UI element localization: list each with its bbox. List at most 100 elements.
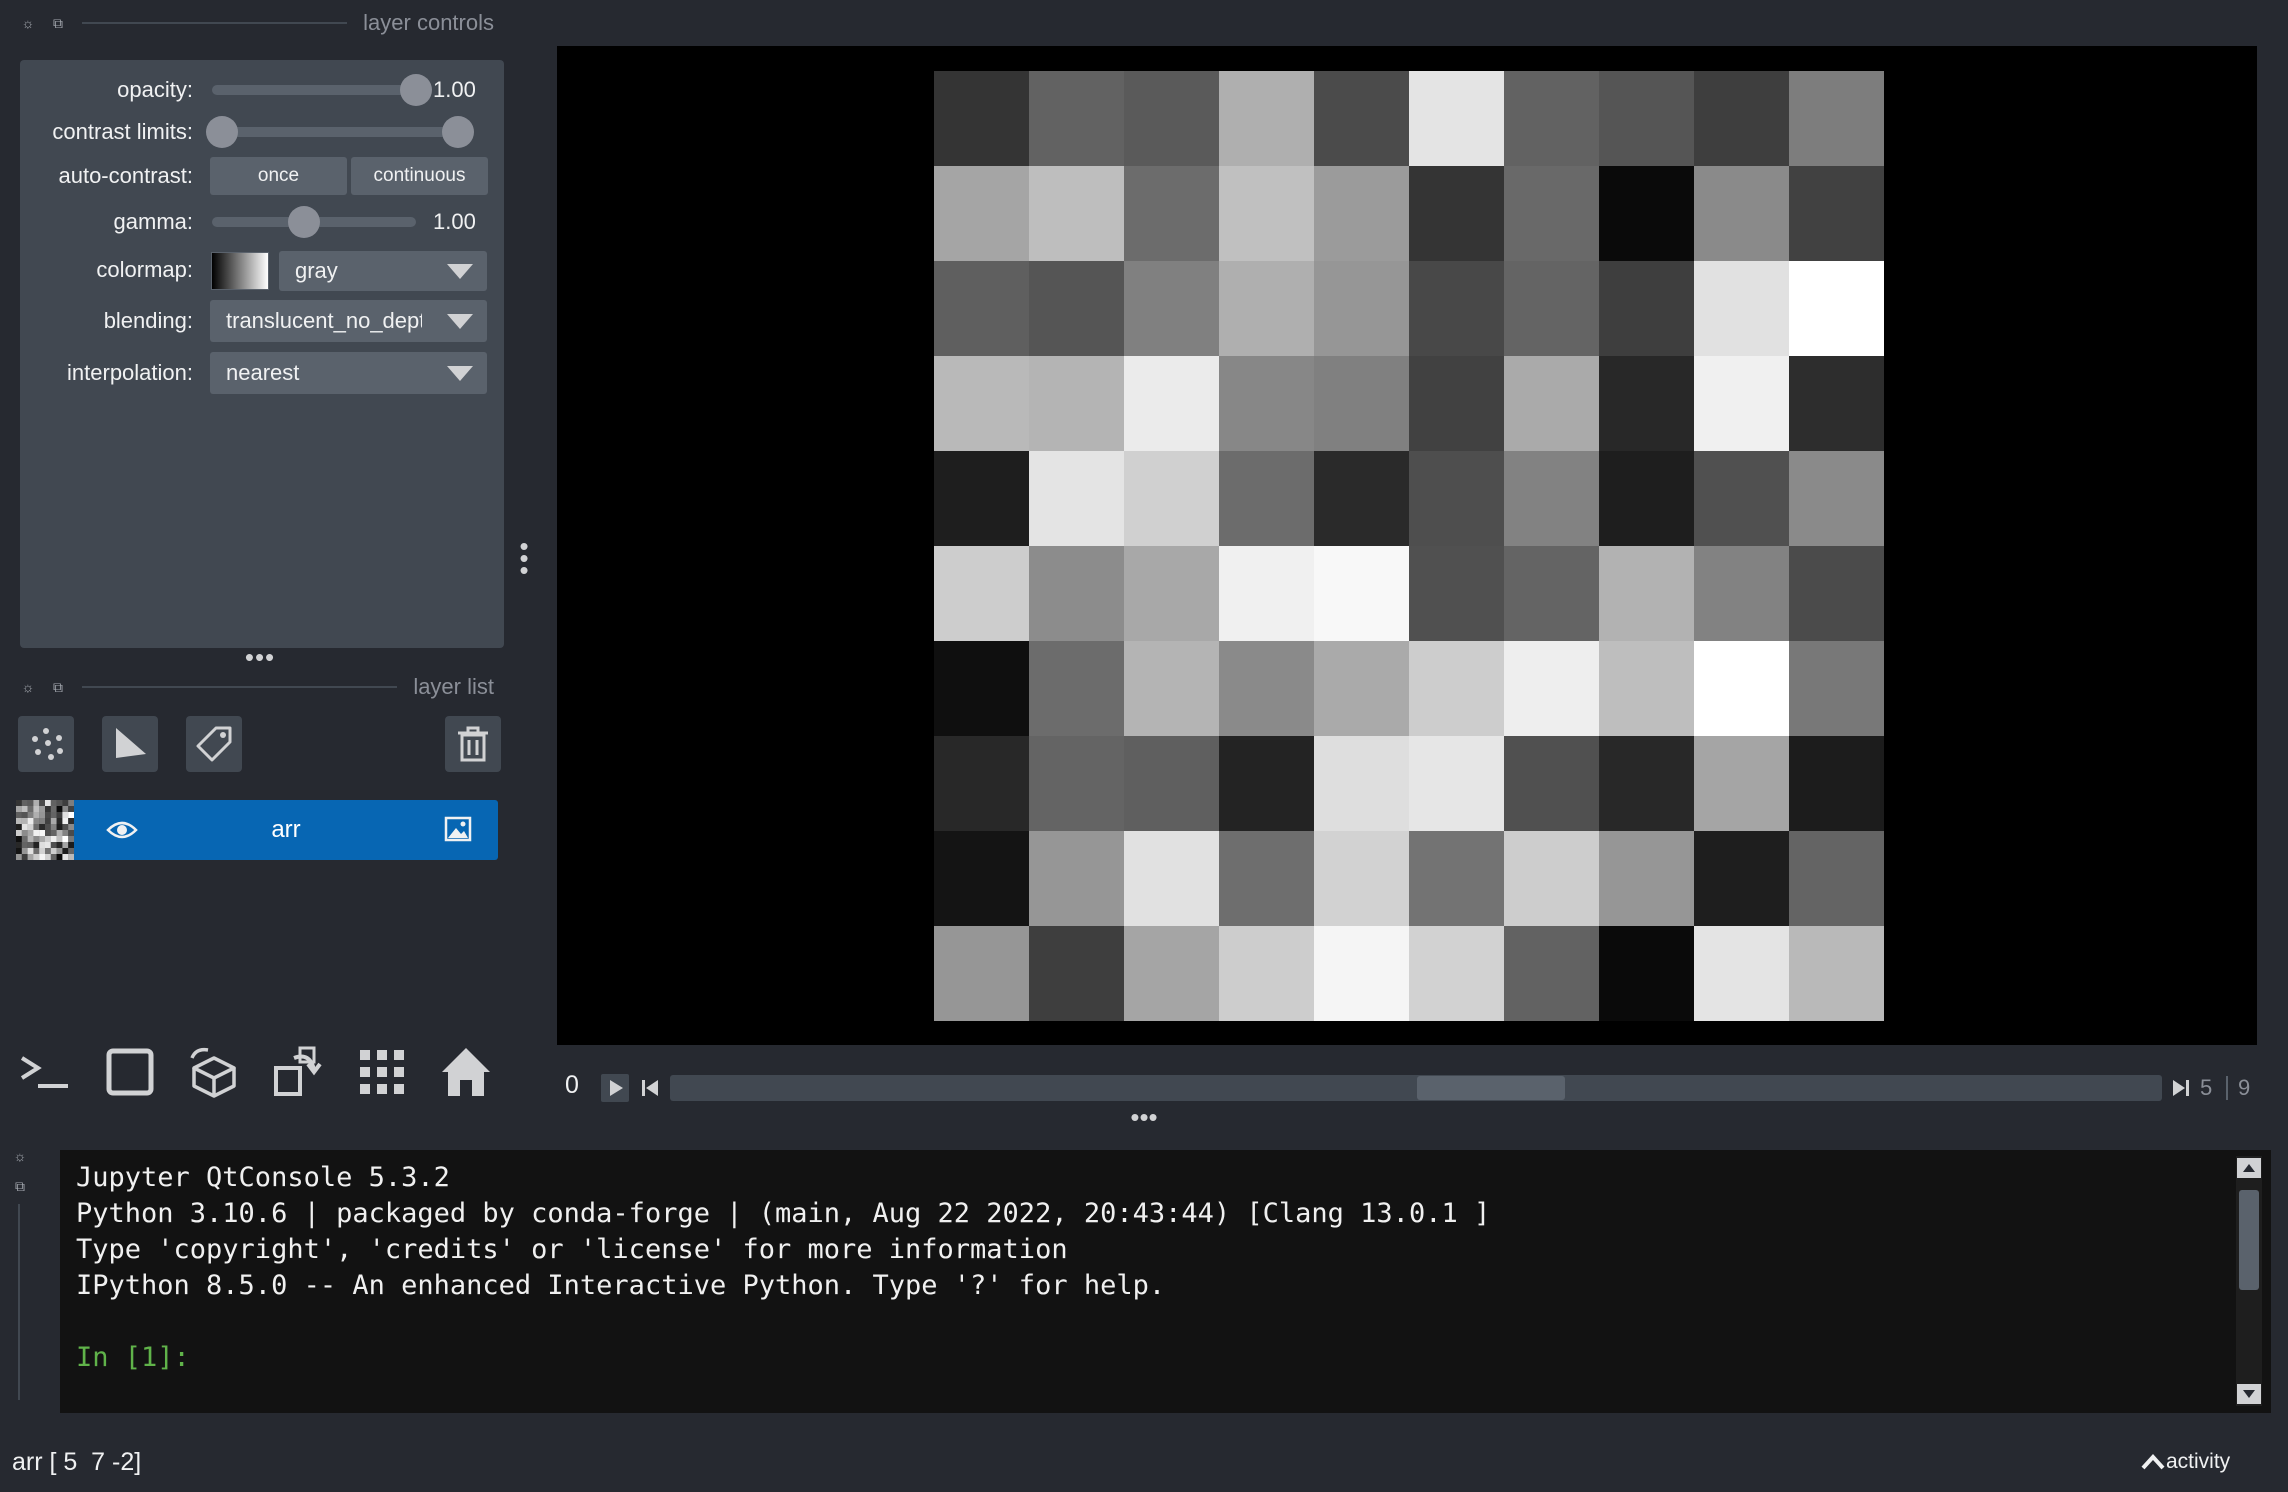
image-pixel — [934, 356, 1029, 451]
auto-contrast-once-button[interactable]: once — [210, 157, 347, 195]
play-icon — [610, 1080, 623, 1096]
hide-dock-icon[interactable]: ☼ — [12, 1148, 28, 1164]
interpolation-dropdown[interactable]: nearest — [210, 352, 487, 394]
image-pixel — [1029, 926, 1124, 1021]
image-pixel — [1409, 831, 1504, 926]
thumbnail-pixel — [50, 806, 57, 813]
dims-position-value[interactable]: 5 — [2200, 1075, 2212, 1101]
thumbnail-pixel — [16, 848, 22, 855]
opacity-slider-handle[interactable] — [400, 74, 432, 106]
hide-dock-icon[interactable]: ☼ — [20, 679, 36, 695]
image-pixel — [1599, 261, 1694, 356]
thumbnail-pixel — [21, 842, 28, 849]
first-frame-button[interactable] — [637, 1074, 663, 1102]
layer-item-arr[interactable]: arr — [16, 800, 498, 860]
new-points-layer-button[interactable] — [18, 716, 74, 772]
console-resize-handle[interactable]: ••• — [1124, 1104, 1164, 1130]
image-pixel — [1694, 356, 1789, 451]
thumbnail-pixel — [27, 842, 34, 849]
skip-forward-icon — [2173, 1080, 2189, 1096]
thumbnail-pixel — [62, 842, 69, 849]
image-pixel — [1599, 831, 1694, 926]
image-pixel — [1314, 546, 1409, 641]
image-pixel — [1789, 831, 1884, 926]
image-pixel — [1694, 166, 1789, 261]
ipython-console[interactable]: Jupyter QtConsole 5.3.2 Python 3.10.6 | … — [60, 1150, 2271, 1413]
image-pixel — [1409, 261, 1504, 356]
image-pixel — [1504, 261, 1599, 356]
thumbnail-pixel — [39, 800, 46, 807]
float-dock-icon[interactable]: ⧉ — [50, 679, 66, 695]
image-pixel — [1314, 356, 1409, 451]
thumbnail-pixel — [33, 800, 40, 807]
play-button[interactable] — [601, 1074, 629, 1102]
thumbnail-pixel — [56, 848, 63, 855]
thumbnail-pixel — [39, 842, 46, 849]
image-pixel — [1219, 641, 1314, 736]
dims-slider-track[interactable] — [670, 1075, 2162, 1101]
layer-controls-titlebar: ☼ ⧉ layer controls — [20, 8, 494, 38]
transpose-dims-button[interactable] — [270, 1044, 326, 1100]
splitter-handle[interactable]: • • • — [516, 533, 532, 583]
thumbnail-pixel — [16, 836, 22, 843]
image-pixel — [1219, 831, 1314, 926]
thumbnail-pixel — [50, 818, 57, 825]
dims-axis-label[interactable]: 0 — [557, 1071, 587, 1107]
console-line: Python 3.10.6 | packaged by conda-forge … — [76, 1198, 1491, 1229]
float-dock-icon[interactable]: ⧉ — [50, 15, 66, 31]
image-pixel — [1789, 926, 1884, 1021]
delete-layer-button[interactable] — [445, 716, 501, 772]
console-scrollbar-thumb[interactable] — [2239, 1190, 2259, 1290]
new-shapes-layer-button[interactable] — [102, 716, 158, 772]
thumbnail-pixel — [62, 818, 69, 825]
thumbnail-pixel — [21, 818, 28, 825]
colormap-dropdown[interactable]: gray — [279, 251, 487, 291]
contrast-row: contrast limits: — [20, 111, 504, 153]
activity-button[interactable]: activity — [2140, 1450, 2230, 1474]
home-view-button[interactable] — [438, 1044, 494, 1100]
gamma-slider-handle[interactable] — [287, 206, 320, 238]
thumbnail-pixel — [21, 836, 28, 843]
last-frame-button[interactable] — [2168, 1074, 2194, 1102]
square-icon — [106, 1048, 154, 1096]
grid-view-button[interactable] — [354, 1044, 410, 1100]
thumbnail-pixel — [56, 812, 63, 819]
hide-dock-icon[interactable]: ☼ — [20, 15, 36, 31]
opacity-slider[interactable] — [212, 74, 432, 106]
new-labels-layer-button[interactable] — [186, 716, 242, 772]
image-pixel — [934, 71, 1029, 166]
dock-resize-handle[interactable]: ••• — [240, 644, 280, 670]
auto-contrast-continuous-button[interactable]: continuous — [351, 157, 488, 195]
contrast-limits-slider[interactable] — [206, 116, 474, 148]
image-pixel — [1694, 736, 1789, 831]
trash-icon — [458, 726, 488, 762]
console-dock-titlebar: ☼ ⧉ — [12, 1148, 30, 1412]
float-dock-icon[interactable]: ⧉ — [12, 1178, 28, 1194]
thumbnail-pixel — [50, 842, 57, 849]
console-prompt[interactable]: In [1]: — [76, 1342, 190, 1373]
thumbnail-pixel — [27, 854, 34, 860]
opacity-label: opacity: — [117, 77, 193, 102]
ndisplay-toggle-button[interactable] — [102, 1044, 158, 1100]
thumbnail-pixel — [16, 812, 22, 819]
dims-slider-handle[interactable] — [1416, 1076, 1565, 1100]
console-scrollbar[interactable] — [2236, 1156, 2262, 1406]
image-pixel — [1789, 546, 1884, 641]
auto-contrast-label: auto-contrast: — [58, 163, 193, 188]
image-pixel — [1409, 166, 1504, 261]
blending-dropdown[interactable]: translucent_no_depth — [210, 300, 487, 342]
image-pixel — [1694, 261, 1789, 356]
thumbnail-pixel — [50, 800, 57, 807]
thumbnail-pixel — [45, 842, 51, 849]
scroll-down-icon[interactable] — [2237, 1384, 2261, 1404]
contrast-min-handle[interactable] — [206, 116, 238, 148]
image-pixel — [1599, 546, 1694, 641]
scroll-up-icon[interactable] — [2237, 1158, 2261, 1178]
roll-dims-button[interactable] — [186, 1044, 242, 1100]
thumbnail-pixel — [33, 806, 40, 813]
thumbnail-pixel — [27, 836, 34, 843]
colormap-preview — [211, 252, 269, 290]
gamma-slider[interactable] — [212, 206, 416, 238]
console-toggle-button[interactable] — [16, 1044, 72, 1100]
contrast-max-handle[interactable] — [442, 116, 474, 148]
